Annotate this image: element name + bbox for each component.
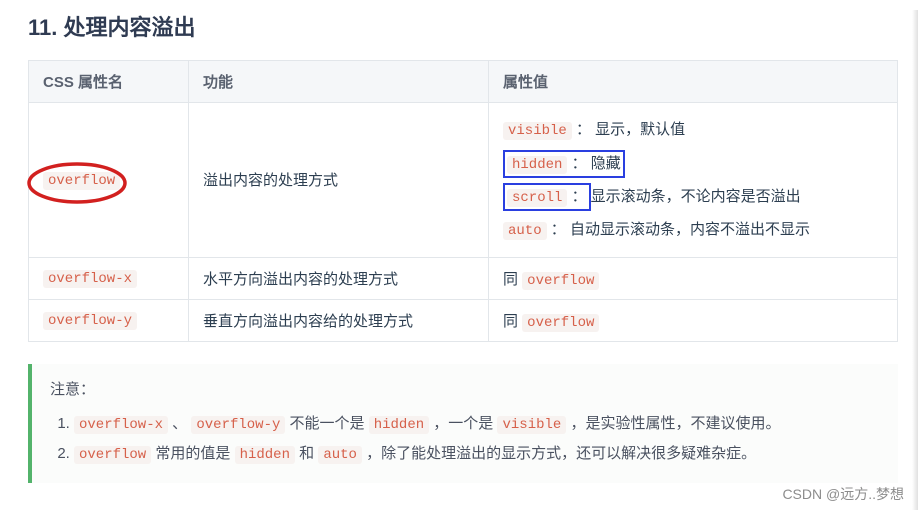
value-line: visible ： 显示，默认值 bbox=[503, 113, 883, 147]
value-line: auto ： 自动显示滚动条，内容不溢出不显示 bbox=[503, 213, 883, 247]
inline-code: visible bbox=[497, 416, 566, 434]
table-row: overflow-x 水平方向溢出内容的处理方式同 overflow bbox=[29, 257, 898, 299]
inline-code: overflow bbox=[74, 446, 151, 464]
inline-code: overflow-x bbox=[74, 416, 168, 434]
blue-box-annotation: scroll ： bbox=[503, 183, 591, 211]
css-overflow-table: CSS 属性名 功能 属性值 overflow 溢出内容的处理方式 visible … bbox=[28, 60, 898, 342]
note-item: overflow 常用的值是 hidden 和 auto ，除了能处理溢出的显示… bbox=[74, 439, 880, 469]
red-circle-annotation: overflow bbox=[43, 171, 120, 189]
cell-func: 溢出内容的处理方式 bbox=[189, 103, 489, 258]
inline-code: overflow-y bbox=[191, 416, 285, 434]
value-code: auto bbox=[503, 222, 547, 240]
value-desc: 自动显示滚动条，内容不溢出不显示 bbox=[570, 221, 810, 238]
table-row: overflow 溢出内容的处理方式 visible ： 显示，默认值 hidden … bbox=[29, 103, 898, 258]
css-property-code: overflow-x bbox=[43, 270, 137, 288]
table-row: overflow-y 垂直方向溢出内容给的处理方式同 overflow bbox=[29, 299, 898, 341]
value-code: visible bbox=[503, 122, 572, 140]
css-property-code: overflow-y bbox=[43, 312, 137, 330]
th-prop: CSS 属性名 bbox=[29, 61, 189, 103]
decorative-shadow bbox=[912, 10, 918, 510]
section-title: 11. 处理内容溢出 bbox=[28, 10, 898, 42]
value-code: overflow bbox=[522, 272, 599, 290]
cell-prop: overflow bbox=[29, 103, 189, 258]
th-func: 功能 bbox=[189, 61, 489, 103]
value-desc: 显示滚动条，不论内容是否溢出 bbox=[591, 188, 801, 205]
value-line: scroll ： 显示滚动条，不论内容是否溢出 bbox=[503, 180, 883, 213]
note-box: 注意： overflow-x 、 overflow-y 不能一个是 hidden… bbox=[28, 364, 898, 483]
value-desc: 显示，默认值 bbox=[595, 121, 685, 138]
cell-prop: overflow-y bbox=[29, 299, 189, 341]
th-val: 属性值 bbox=[489, 61, 898, 103]
blue-box-annotation: hidden ： 隐藏 bbox=[503, 150, 625, 178]
cell-func: 水平方向溢出内容的处理方式 bbox=[189, 257, 489, 299]
note-title: 注意： bbox=[50, 378, 880, 399]
value-code: hidden bbox=[507, 156, 567, 174]
cell-prop: overflow-x bbox=[29, 257, 189, 299]
cell-values: visible ： 显示，默认值hidden ： 隐藏scroll ： 显示滚动… bbox=[489, 103, 898, 258]
value-code: overflow bbox=[522, 314, 599, 332]
cell-values: 同 overflow bbox=[489, 299, 898, 341]
inline-code: hidden bbox=[235, 446, 295, 464]
cell-values: 同 overflow bbox=[489, 257, 898, 299]
note-item: overflow-x 、 overflow-y 不能一个是 hidden ，一个… bbox=[74, 409, 880, 439]
note-list: overflow-x 、 overflow-y 不能一个是 hidden ，一个… bbox=[50, 409, 880, 469]
value-line: hidden ： 隐藏 bbox=[503, 147, 883, 180]
value-code: scroll bbox=[507, 189, 567, 207]
css-property-code: overflow bbox=[43, 172, 120, 190]
value-desc: 隐藏 bbox=[591, 155, 621, 172]
inline-code: auto bbox=[318, 446, 362, 464]
inline-code: hidden bbox=[369, 416, 429, 434]
cell-func: 垂直方向溢出内容给的处理方式 bbox=[189, 299, 489, 341]
watermark: CSDN @远方..梦想 bbox=[782, 484, 904, 504]
